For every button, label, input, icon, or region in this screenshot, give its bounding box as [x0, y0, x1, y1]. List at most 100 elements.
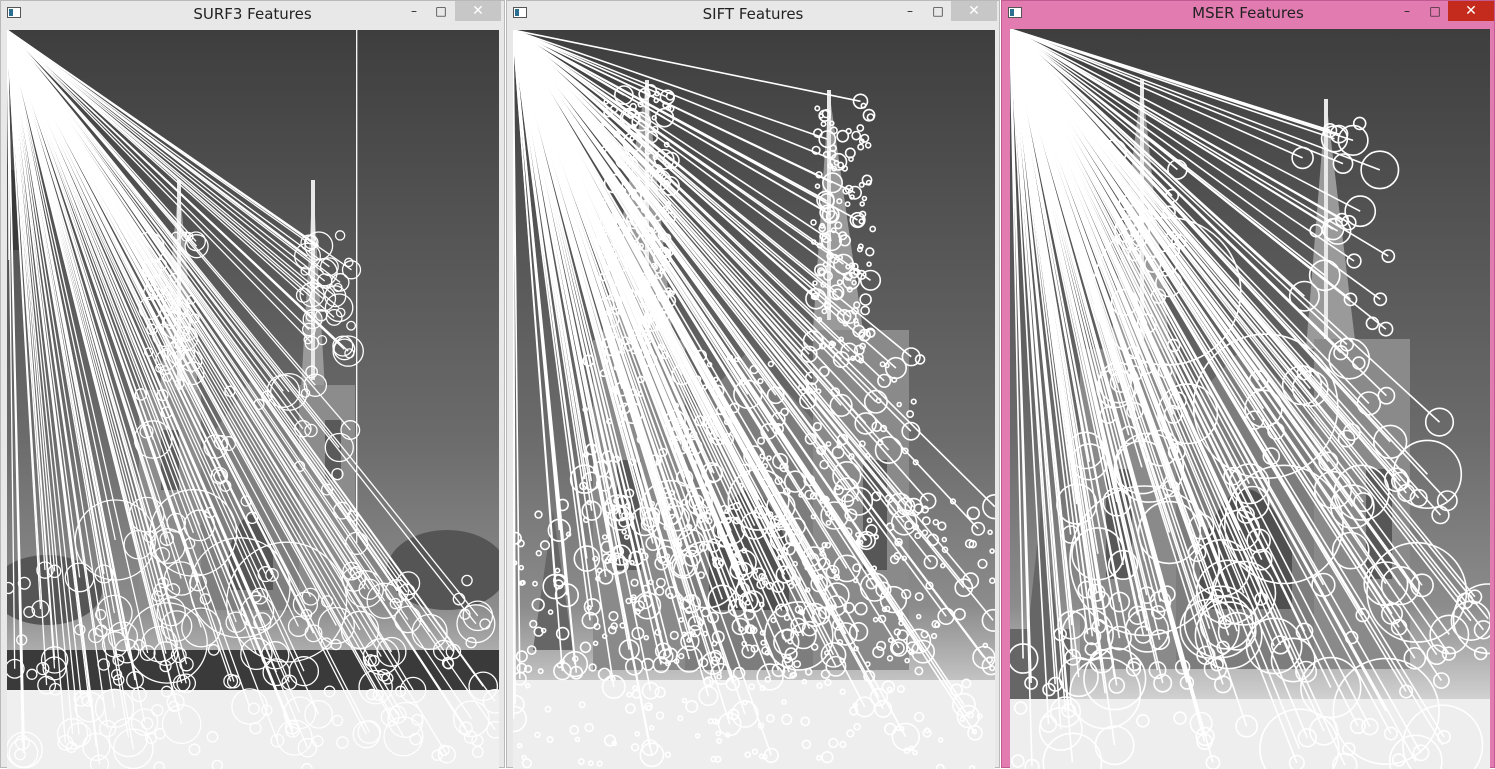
keypoint-circle: [932, 634, 937, 639]
keypoint-orientation: [7, 30, 476, 624]
keypoint-circle: [332, 274, 349, 291]
keypoint-circle: [432, 750, 442, 760]
keypoint-circle: [854, 302, 860, 308]
app-window-icon: [1008, 7, 1022, 18]
keypoint-orientation: [1010, 29, 1217, 596]
keypoint-circle: [332, 469, 343, 480]
keypoint-circle: [15, 749, 25, 759]
keypoint-circle: [1015, 702, 1027, 714]
keypoint-circle: [678, 716, 682, 720]
keypoint-circle: [767, 456, 771, 460]
keypoint-circle: [1095, 726, 1133, 764]
keypoint-circle: [523, 759, 532, 768]
surf3-keypoints-overlay: [7, 30, 499, 769]
sift-title-bar[interactable]: SIFT Features – □ ✕: [507, 1, 999, 27]
keypoint-circle: [877, 642, 886, 651]
keypoint-circle: [603, 535, 607, 539]
keypoint-circle: [817, 683, 822, 688]
minimize-button[interactable]: –: [1394, 1, 1420, 21]
keypoint-circle: [769, 362, 774, 367]
keypoint-circle: [519, 566, 523, 570]
keypoint-circle: [155, 729, 165, 739]
surf3-image-canvas: [7, 30, 499, 769]
surf3-title-bar[interactable]: SURF3 Features – □ ✕: [1, 1, 504, 27]
mser-window[interactable]: MSER Features – □ ✕: [1001, 0, 1495, 768]
mser-title-bar[interactable]: MSER Features – □ ✕: [1002, 1, 1494, 27]
keypoint-circle: [679, 654, 684, 659]
minimize-button[interactable]: –: [401, 1, 427, 21]
keypoint-circle: [1353, 357, 1365, 369]
keypoint-circle: [817, 756, 821, 760]
keypoint-circle: [589, 761, 593, 765]
keypoint-circle: [570, 726, 578, 734]
close-button[interactable]: ✕: [1448, 1, 1494, 21]
keypoint-circle: [462, 575, 472, 585]
keypoint-circle: [892, 642, 904, 654]
maximize-button[interactable]: □: [426, 1, 456, 21]
keypoint-circle: [1382, 250, 1394, 262]
mser-image-canvas: [1010, 29, 1490, 769]
keypoint-circle: [650, 726, 654, 730]
keypoint-circle: [867, 518, 871, 522]
keypoint-circle: [599, 668, 611, 680]
keypoint-circle: [576, 737, 580, 741]
keypoint-circle: [937, 765, 944, 769]
keypoint-circle: [813, 281, 817, 285]
keypoint-circle: [699, 687, 718, 706]
keypoint-circle: [541, 541, 550, 550]
keypoint-circle: [846, 129, 851, 134]
keypoint-circle: [605, 735, 616, 746]
keypoint-circle: [990, 549, 994, 553]
keypoint-circle: [549, 610, 553, 614]
keypoint-orientation: [7, 30, 305, 604]
keypoint-circle: [599, 570, 613, 584]
keypoint-circle: [816, 184, 820, 188]
keypoint-circle: [749, 684, 754, 689]
keypoint-circle: [1361, 151, 1398, 188]
keypoint-circle: [703, 632, 707, 636]
keypoint-circle: [867, 262, 871, 266]
keypoint-circle: [836, 485, 840, 489]
keypoint-circle: [65, 563, 94, 592]
keypoint-circle: [819, 110, 830, 121]
maximize-button[interactable]: □: [923, 1, 953, 21]
keypoint-circle: [852, 132, 860, 140]
keypoint-circle: [933, 520, 938, 525]
keypoint-circle: [207, 732, 217, 742]
keypoint-circle: [1010, 644, 1038, 673]
keypoint-circle: [815, 106, 819, 110]
keypoint-circle: [642, 659, 653, 670]
keypoint-circle: [632, 744, 639, 751]
keypoint-circle: [802, 740, 810, 748]
keypoint-circle: [535, 511, 542, 518]
keypoint-circle: [1338, 126, 1368, 156]
keypoint-circle: [811, 220, 816, 225]
keypoint-circle: [585, 724, 593, 732]
keypoint-circle: [1043, 733, 1101, 769]
keypoint-circle: [626, 704, 635, 713]
keypoint-circle: [745, 752, 750, 757]
keypoint-circle: [859, 244, 863, 248]
maximize-button[interactable]: □: [1420, 1, 1450, 21]
keypoint-circle: [555, 568, 559, 572]
keypoint-circle: [513, 706, 526, 731]
keypoint-circle: [709, 719, 713, 723]
keypoint-circle: [826, 442, 830, 446]
keypoint-circle: [209, 645, 219, 655]
keypoint-circle: [880, 362, 884, 366]
keypoint-circle: [760, 754, 764, 758]
close-button[interactable]: ✕: [951, 1, 997, 21]
keypoint-circle: [581, 642, 591, 652]
minimize-button[interactable]: –: [897, 1, 923, 21]
surf3-window[interactable]: SURF3 Features – □ ✕: [0, 0, 505, 768]
keypoint-circle: [528, 646, 536, 654]
keypoint-circle: [794, 661, 800, 667]
sift-window[interactable]: SIFT Features – □ ✕: [506, 0, 1000, 768]
keypoint-circle: [473, 747, 484, 758]
keypoint-circle: [1040, 708, 1082, 750]
keypoint-circle: [874, 618, 878, 622]
close-button[interactable]: ✕: [455, 1, 501, 21]
keypoint-circle: [854, 319, 858, 323]
keypoint-circle: [911, 399, 916, 404]
keypoint-circle: [539, 669, 543, 673]
